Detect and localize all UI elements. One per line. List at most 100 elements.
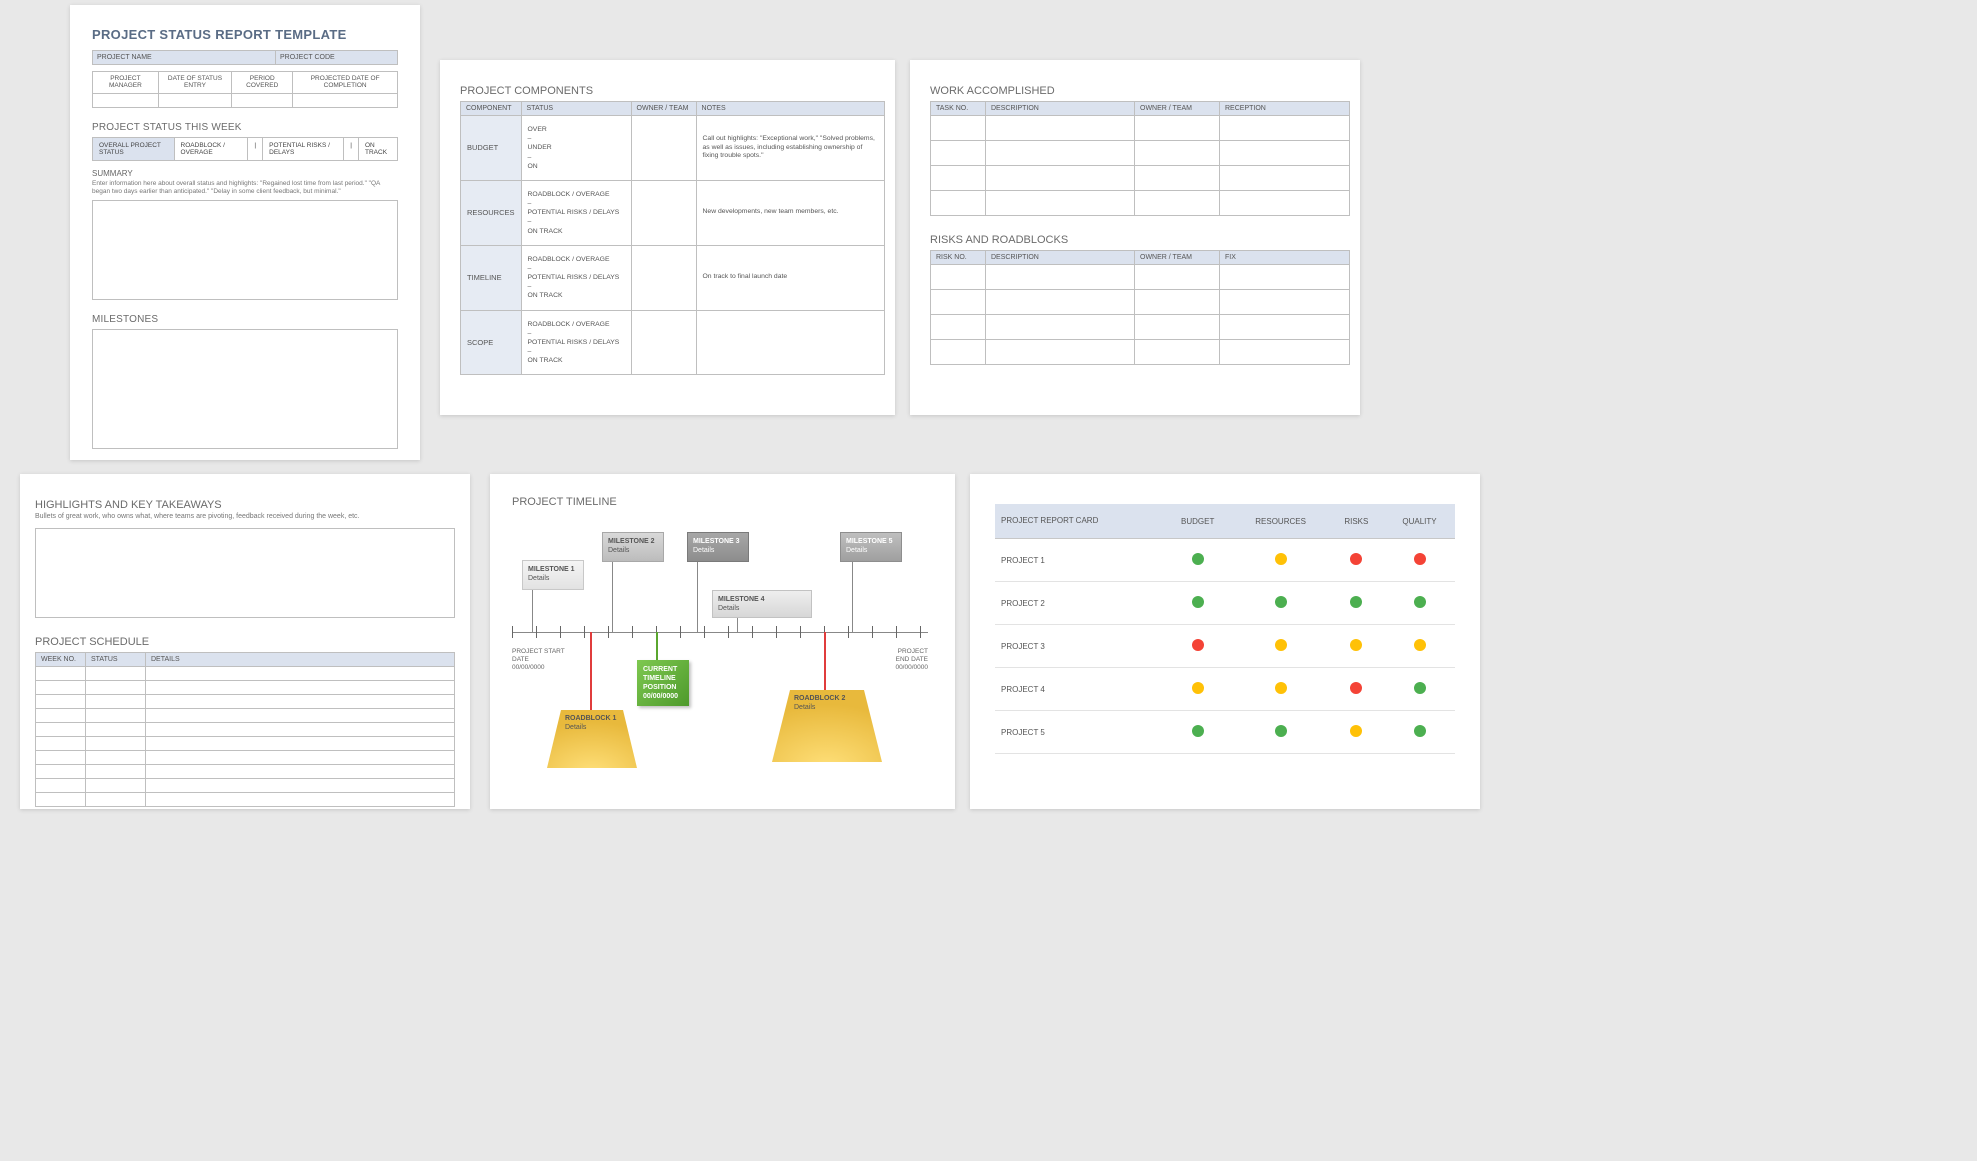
section-status-week: PROJECT STATUS THIS WEEK — [92, 122, 398, 133]
timeline-axis — [512, 632, 928, 633]
status-cell: ROADBLOCK / OVERAGE–POTENTIAL RISKS / DE… — [521, 245, 631, 310]
th: DETAILS — [146, 652, 455, 666]
col-proj-date: PROJECTED DATE OF COMPLETION — [293, 72, 398, 94]
th-component: COMPONENT — [461, 102, 522, 116]
page-timeline: PROJECT TIMELINE MILESTONE 1Details MILE… — [490, 474, 955, 809]
th-quality: QUALITY — [1384, 504, 1455, 539]
status-dot — [1163, 539, 1233, 582]
th: DESCRIPTION — [986, 251, 1135, 265]
th-owner: OWNER / TEAM — [631, 102, 696, 116]
status-cell: OVER–UNDER–ON — [521, 116, 631, 181]
th-project: PROJECT REPORT CARD — [995, 504, 1163, 539]
owner-cell[interactable] — [631, 245, 696, 310]
owner-cell[interactable] — [631, 116, 696, 181]
status-dot — [1163, 668, 1233, 711]
page-work-risks: WORK ACCOMPLISHED TASK NO. DESCRIPTION O… — [910, 60, 1360, 415]
page-components: PROJECT COMPONENTS COMPONENT STATUS OWNE… — [440, 60, 895, 415]
summary-hint: Enter information here about overall sta… — [92, 180, 398, 196]
risks-table: RISK NO. DESCRIPTION OWNER / TEAM FIX — [930, 250, 1350, 365]
milestone-2: MILESTONE 2Details — [602, 532, 664, 562]
th: RECEPTION — [1220, 102, 1350, 116]
label-project-name: PROJECT NAME — [93, 51, 276, 65]
status-dot — [1329, 668, 1384, 711]
status-dot — [1232, 668, 1328, 711]
component-cell: RESOURCES — [461, 180, 522, 245]
status-dot — [1232, 711, 1328, 754]
project-name: PROJECT 4 — [995, 668, 1163, 711]
start-date: PROJECT STARTDATE00/00/0000 — [512, 648, 565, 672]
risks-title: RISKS AND ROADBLOCKS — [930, 234, 1350, 246]
th: OWNER / TEAM — [1135, 102, 1220, 116]
milestones-box[interactable] — [92, 329, 398, 449]
th: FIX — [1220, 251, 1350, 265]
milestone-4: MILESTONE 4Details — [712, 590, 812, 618]
status-dot — [1163, 582, 1233, 625]
th-notes: NOTES — [696, 102, 884, 116]
th-status: STATUS — [521, 102, 631, 116]
status-dot — [1329, 625, 1384, 668]
page-report-card: PROJECT REPORT CARD BUDGET RESOURCES RIS… — [970, 474, 1480, 809]
th: RISK NO. — [931, 251, 986, 265]
component-cell: BUDGET — [461, 116, 522, 181]
col-date-entry: DATE OF STATUS ENTRY — [158, 72, 231, 94]
work-table: TASK NO. DESCRIPTION OWNER / TEAM RECEPT… — [930, 101, 1350, 216]
project-meta-2: PROJECT MANAGER DATE OF STATUS ENTRY PER… — [92, 71, 398, 108]
th: STATUS — [86, 652, 146, 666]
roadblock-2-line — [824, 632, 826, 692]
col-pm: PROJECT MANAGER — [93, 72, 159, 94]
component-cell: TIMELINE — [461, 245, 522, 310]
report-card-table: PROJECT REPORT CARD BUDGET RESOURCES RIS… — [995, 504, 1455, 754]
sep: | — [344, 138, 359, 160]
highlights-hint: Bullets of great work, who owns what, wh… — [35, 513, 455, 522]
milestones-heading: MILESTONES — [92, 314, 398, 325]
page-title: PROJECT STATUS REPORT TEMPLATE — [92, 27, 398, 42]
summary-box[interactable] — [92, 200, 398, 300]
project-name: PROJECT 5 — [995, 711, 1163, 754]
owner-cell[interactable] — [631, 310, 696, 375]
project-name: PROJECT 1 — [995, 539, 1163, 582]
status-dot — [1384, 668, 1455, 711]
notes-cell — [696, 310, 884, 375]
status-dot — [1384, 539, 1455, 582]
status-dot — [1232, 582, 1328, 625]
notes-cell: On track to final launch date — [696, 245, 884, 310]
status-dot — [1232, 625, 1328, 668]
current-line — [656, 632, 658, 662]
page-title: PROJECT COMPONENTS — [460, 85, 885, 97]
milestone-3: MILESTONE 3Details — [687, 532, 749, 562]
status-roadblock: ROADBLOCK / OVERAGE — [175, 138, 249, 160]
col-period: PERIOD COVERED — [232, 72, 293, 94]
roadblock-2: ROADBLOCK 2Details — [772, 690, 882, 762]
sep: | — [248, 138, 263, 160]
status-dot — [1163, 625, 1233, 668]
project-name: PROJECT 2 — [995, 582, 1163, 625]
status-dot — [1329, 539, 1384, 582]
th: DESCRIPTION — [986, 102, 1135, 116]
milestone-5: MILESTONE 5Details — [840, 532, 902, 562]
owner-cell[interactable] — [631, 180, 696, 245]
summary-heading: SUMMARY — [92, 169, 398, 178]
schedule-table: WEEK NO. STATUS DETAILS — [35, 652, 455, 807]
status-dot — [1329, 582, 1384, 625]
notes-cell: Call out highlights: "Exceptional work,"… — [696, 116, 884, 181]
highlights-title: HIGHLIGHTS AND KEY TAKEAWAYS — [35, 499, 455, 511]
th: WEEK NO. — [36, 652, 86, 666]
timeline-title: PROJECT TIMELINE — [512, 496, 943, 508]
th: TASK NO. — [931, 102, 986, 116]
project-meta-1: PROJECT NAME PROJECT CODE — [92, 50, 398, 65]
status-cell: ROADBLOCK / OVERAGE–POTENTIAL RISKS / DE… — [521, 310, 631, 375]
end-date: PROJECTEND DATE00/00/0000 — [895, 648, 928, 672]
status-bar: OVERALL PROJECT STATUS ROADBLOCK / OVERA… — [92, 137, 398, 161]
current-position: CURRENTTIMELINEPOSITION00/00/0000 — [637, 660, 689, 706]
status-overall: OVERALL PROJECT STATUS — [93, 138, 175, 160]
label-project-code: PROJECT CODE — [276, 51, 398, 65]
components-table: COMPONENT STATUS OWNER / TEAM NOTES BUDG… — [460, 101, 885, 375]
th-risks: RISKS — [1329, 504, 1384, 539]
th-budget: BUDGET — [1163, 504, 1233, 539]
th-resources: RESOURCES — [1232, 504, 1328, 539]
status-risks: POTENTIAL RISKS / DELAYS — [263, 138, 344, 160]
schedule-title: PROJECT SCHEDULE — [35, 636, 455, 648]
component-cell: SCOPE — [461, 310, 522, 375]
page-highlights-schedule: HIGHLIGHTS AND KEY TAKEAWAYS Bullets of … — [20, 474, 470, 809]
highlights-box[interactable] — [35, 528, 455, 618]
